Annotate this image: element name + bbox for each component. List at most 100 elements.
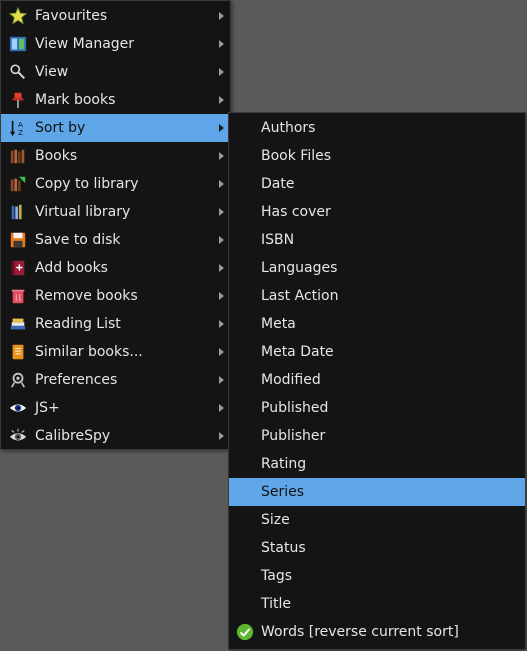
- submenu-arrow-icon: [219, 208, 224, 216]
- sort-option-has-cover[interactable]: Has cover: [229, 198, 525, 226]
- sort-option-published[interactable]: Published: [229, 394, 525, 422]
- submenu-arrow-icon: [219, 320, 224, 328]
- copy-library-icon: [7, 174, 29, 194]
- sort-option-meta-date[interactable]: Meta Date: [229, 338, 525, 366]
- sort-option-tags[interactable]: Tags: [229, 562, 525, 590]
- checkmark-icon: [236, 623, 254, 641]
- sort-option-label: Tags: [261, 568, 292, 584]
- floppy-disk-icon: [7, 230, 29, 250]
- submenu-arrow-icon: [219, 404, 224, 412]
- menu-item-label: View: [35, 64, 69, 80]
- menu-item-label: Preferences: [35, 372, 118, 388]
- menu-item-copy-to-library[interactable]: Copy to library: [1, 170, 230, 198]
- submenu-arrow-icon: [219, 264, 224, 272]
- submenu-arrow-icon: [219, 12, 224, 20]
- submenu-arrow-icon: [219, 292, 224, 300]
- menu-item-label: Similar books...: [35, 344, 143, 360]
- menu-item-remove-books[interactable]: Remove books: [1, 282, 230, 310]
- svg-text:Z: Z: [18, 128, 23, 137]
- menu-item-books[interactable]: Books: [1, 142, 230, 170]
- sort-option-label: Published: [261, 400, 329, 416]
- sort-option-meta[interactable]: Meta: [229, 310, 525, 338]
- sort-option-isbn[interactable]: ISBN: [229, 226, 525, 254]
- submenu-arrow-icon: [219, 96, 224, 104]
- submenu-arrow-icon: [219, 152, 224, 160]
- sort-option-status[interactable]: Status: [229, 534, 525, 562]
- sort-option-last-action[interactable]: Last Action: [229, 282, 525, 310]
- sort-option-modified[interactable]: Modified: [229, 366, 525, 394]
- sort-option-date[interactable]: Date: [229, 170, 525, 198]
- menu-item-reading-list[interactable]: Reading List: [1, 310, 230, 338]
- star-icon: [7, 6, 29, 26]
- menu-item-save-to-disk[interactable]: Save to disk: [1, 226, 230, 254]
- submenu-arrow-icon: [219, 348, 224, 356]
- menu-item-mark-books[interactable]: Mark books: [1, 86, 230, 114]
- sort-option-label: Meta Date: [261, 344, 334, 360]
- sort-option-words[interactable]: Words [reverse current sort]: [229, 618, 525, 646]
- submenu-arrow-icon: [219, 236, 224, 244]
- menu-item-favourites[interactable]: Favourites: [1, 2, 230, 30]
- submenu-arrow-icon: [219, 432, 224, 440]
- sort-option-size[interactable]: Size: [229, 506, 525, 534]
- sort-option-book-files[interactable]: Book Files: [229, 142, 525, 170]
- sort-option-rating[interactable]: Rating: [229, 450, 525, 478]
- sort-option-label: ISBN: [261, 232, 295, 248]
- sort-option-label: Last Action: [261, 288, 339, 304]
- view-manager-icon: [7, 34, 29, 54]
- sort-option-label: Meta: [261, 316, 296, 332]
- menu-item-label: Add books: [35, 260, 108, 276]
- menu-item-virtual-library[interactable]: Virtual library: [1, 198, 230, 226]
- submenu-arrow-icon: [219, 68, 224, 76]
- sort-option-title[interactable]: Title: [229, 590, 525, 618]
- add-book-icon: [7, 258, 29, 278]
- context-menu: Favourites View Manager View Mark books …: [0, 0, 231, 450]
- sort-option-publisher[interactable]: Publisher: [229, 422, 525, 450]
- menu-item-sort-by[interactable]: AZ Sort by: [1, 114, 230, 142]
- menu-item-add-books[interactable]: Add books: [1, 254, 230, 282]
- sort-option-label: Title: [261, 596, 292, 612]
- sort-option-label: Status: [261, 540, 306, 556]
- similar-books-icon: [7, 342, 29, 362]
- sort-option-label: Languages: [261, 260, 338, 276]
- sort-option-label: Authors: [261, 120, 316, 136]
- menu-item-label: Sort by: [35, 120, 86, 136]
- sort-option-label: Publisher: [261, 428, 326, 444]
- sort-option-series[interactable]: Series: [229, 478, 525, 506]
- menu-item-label: Favourites: [35, 8, 108, 24]
- preferences-icon: [7, 370, 29, 390]
- sort-option-languages[interactable]: Languages: [229, 254, 525, 282]
- sort-option-authors[interactable]: Authors: [229, 114, 525, 142]
- menu-item-label: Virtual library: [35, 204, 131, 220]
- menu-item-label: JS+: [35, 400, 60, 416]
- menu-item-calibrespy[interactable]: CalibreSpy: [1, 422, 230, 450]
- submenu-arrow-icon: [219, 124, 224, 132]
- menu-item-label: View Manager: [35, 36, 135, 52]
- virtual-library-icon: [7, 202, 29, 222]
- menu-item-similar-books[interactable]: Similar books...: [1, 338, 230, 366]
- menu-item-label: Remove books: [35, 288, 138, 304]
- sort-option-label: Has cover: [261, 204, 331, 220]
- menu-item-label: Copy to library: [35, 176, 139, 192]
- menu-item-label: Books: [35, 148, 78, 164]
- magnifier-icon: [7, 62, 29, 82]
- menu-item-label: CalibreSpy: [35, 428, 111, 444]
- menu-item-label: Mark books: [35, 92, 116, 108]
- menu-item-view[interactable]: View: [1, 58, 230, 86]
- spy-eye-icon: [7, 426, 29, 446]
- submenu-arrow-icon: [219, 180, 224, 188]
- sort-option-label: Words [reverse current sort]: [261, 624, 459, 640]
- submenu-arrow-icon: [219, 40, 224, 48]
- sort-option-label: Series: [261, 484, 305, 500]
- menu-item-label: Save to disk: [35, 232, 121, 248]
- menu-item-preferences[interactable]: Preferences: [1, 366, 230, 394]
- sort-option-label: Size: [261, 512, 290, 528]
- pushpin-icon: [7, 90, 29, 110]
- menu-item-view-manager[interactable]: View Manager: [1, 30, 230, 58]
- menu-item-js-plus[interactable]: JS+: [1, 394, 230, 422]
- eye-icon: [7, 398, 29, 418]
- sort-option-label: Book Files: [261, 148, 332, 164]
- sort-option-label: Date: [261, 176, 295, 192]
- books-icon: [7, 146, 29, 166]
- sort-option-label: Rating: [261, 456, 307, 472]
- trash-icon: [7, 286, 29, 306]
